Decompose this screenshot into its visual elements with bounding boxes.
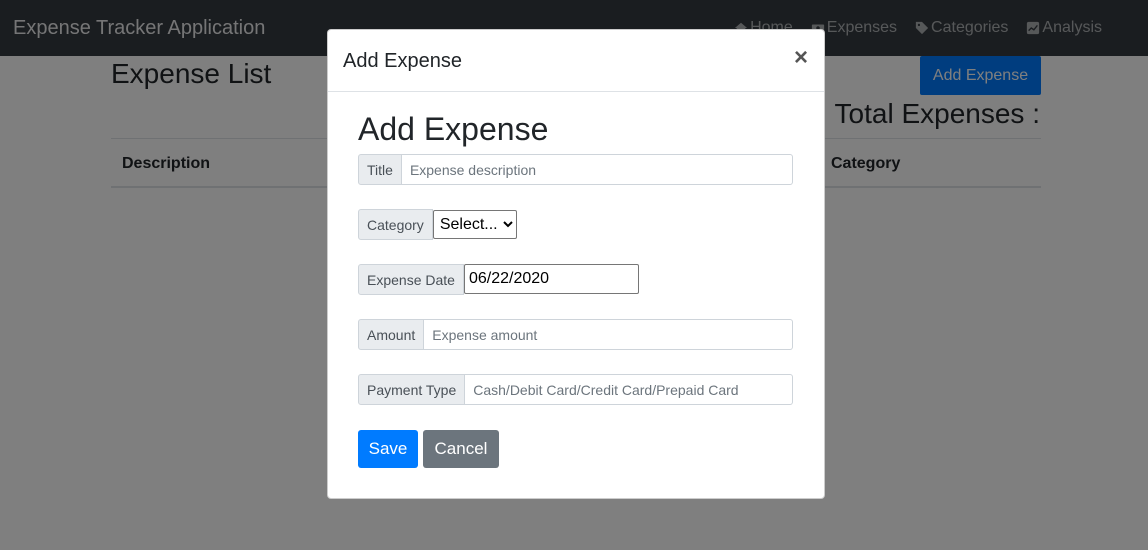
form-heading: Add Expense [358,111,549,147]
title-field-group: Title [358,154,793,185]
title-input[interactable] [401,154,793,185]
close-icon[interactable]: × [794,46,808,70]
category-select[interactable]: Select... [432,210,517,239]
date-field-group: Expense Date [358,264,639,295]
amount-label: Amount [358,319,425,350]
title-label: Title [358,154,402,185]
modal-title: Add Expense [343,50,462,72]
save-button[interactable]: Save [358,430,418,468]
payment-field-group: Payment Type [358,374,794,405]
payment-type-input[interactable] [465,374,794,405]
amount-input[interactable] [424,319,794,350]
category-label: Category [358,209,433,240]
modal-header: Add Expense × [328,30,824,92]
expense-date-input[interactable] [463,264,639,294]
add-expense-modal: Add Expense × Add Expense Title Category… [327,29,825,499]
amount-field-group: Amount [358,319,794,350]
category-field-group: Category Select... [358,209,517,240]
payment-type-label: Payment Type [358,374,466,405]
date-label: Expense Date [358,264,464,295]
cancel-button[interactable]: Cancel [423,430,499,468]
